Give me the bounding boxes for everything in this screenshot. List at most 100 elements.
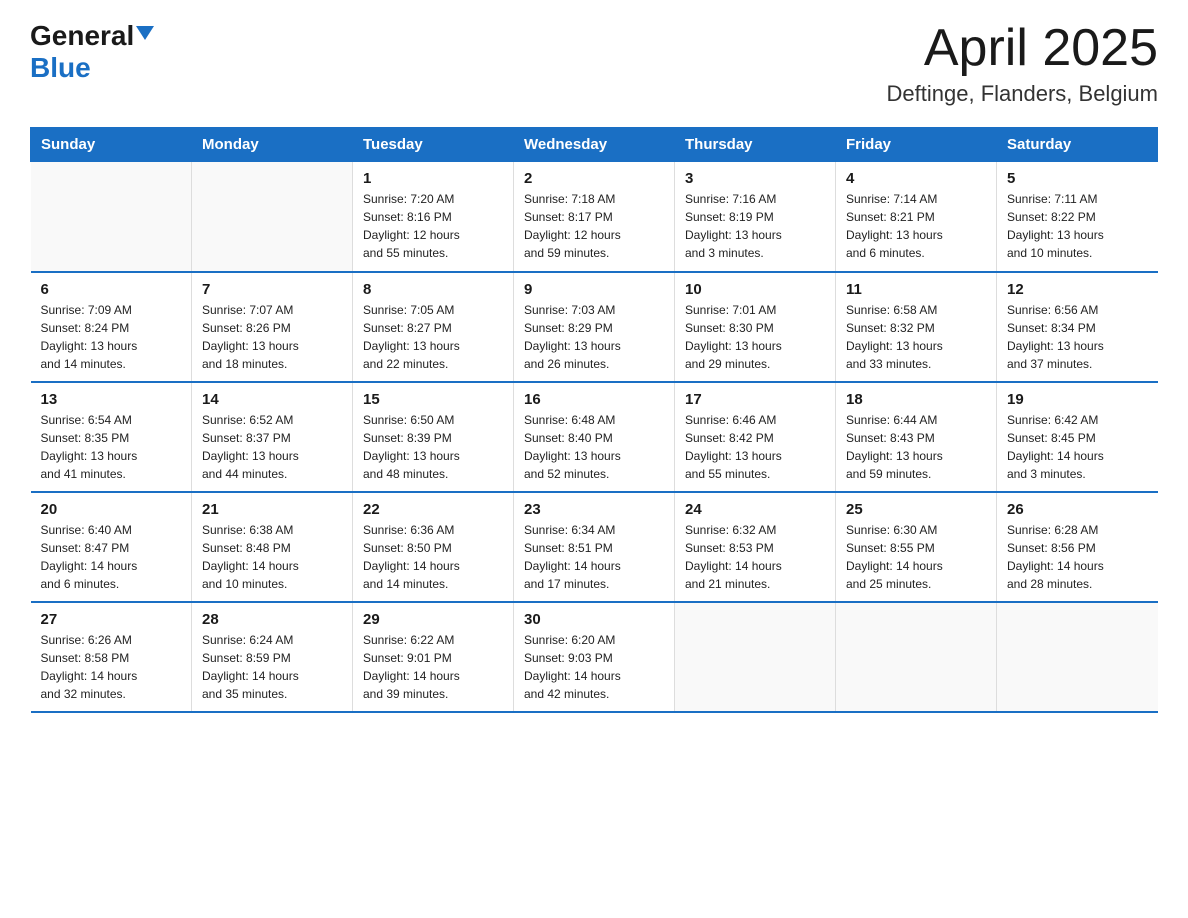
- day-of-week-header: Wednesday: [514, 128, 675, 162]
- day-info: Sunrise: 6:58 AM Sunset: 8:32 PM Dayligh…: [846, 301, 986, 373]
- day-number: 9: [524, 281, 664, 298]
- calendar-cell: 17 Sunrise: 6:46 AM Sunset: 8:42 PM Dayli…: [675, 382, 836, 492]
- day-number: 23: [524, 501, 664, 518]
- day-of-week-header: Tuesday: [353, 128, 514, 162]
- calendar-cell: 22Sunrise: 6:36 AM Sunset: 8:50 PM Dayli…: [353, 492, 514, 602]
- calendar-cell: [836, 602, 997, 712]
- day-number: 26: [1007, 501, 1148, 518]
- day-info: Sunrise: 7:14 AM Sunset: 8:21 PM Dayligh…: [846, 190, 986, 262]
- calendar-cell: 11 Sunrise: 6:58 AM Sunset: 8:32 PM Dayli…: [836, 272, 997, 382]
- calendar-cell: 2 Sunrise: 7:18 AM Sunset: 8:17 PM Daylig…: [514, 162, 675, 272]
- day-info: Sunrise: 6:24 AM Sunset: 8:59 PM Dayligh…: [202, 631, 342, 703]
- day-number: 27: [41, 611, 182, 628]
- day-info: Sunrise: 6:22 AM Sunset: 9:01 PM Dayligh…: [363, 631, 503, 703]
- day-info: Sunrise: 7:05 AM Sunset: 8:27 PM Dayligh…: [363, 301, 503, 373]
- logo-general-text: General: [30, 20, 134, 52]
- calendar-cell: 4 Sunrise: 7:14 AM Sunset: 8:21 PM Daylig…: [836, 162, 997, 272]
- calendar-cell: 1 Sunrise: 7:20 AM Sunset: 8:16 PM Daylig…: [353, 162, 514, 272]
- day-info: Sunrise: 6:44 AM Sunset: 8:43 PM Dayligh…: [846, 411, 986, 483]
- day-info: Sunrise: 6:36 AM Sunset: 8:50 PM Dayligh…: [363, 521, 503, 593]
- calendar-cell: [192, 162, 353, 272]
- day-info: Sunrise: 6:28 AM Sunset: 8:56 PM Dayligh…: [1007, 521, 1148, 593]
- day-info: Sunrise: 6:20 AM Sunset: 9:03 PM Dayligh…: [524, 631, 664, 703]
- calendar-cell: 24 Sunrise: 6:32 AM Sunset: 8:53 PM Dayli…: [675, 492, 836, 602]
- day-info: Sunrise: 7:01 AM Sunset: 8:30 PM Dayligh…: [685, 301, 825, 373]
- day-of-week-header: Monday: [192, 128, 353, 162]
- day-info: Sunrise: 7:18 AM Sunset: 8:17 PM Dayligh…: [524, 190, 664, 262]
- title-area: April 2025 Deftinge, Flanders, Belgium: [887, 20, 1158, 107]
- day-of-week-header: Thursday: [675, 128, 836, 162]
- day-info: Sunrise: 7:09 AM Sunset: 8:24 PM Dayligh…: [41, 301, 182, 373]
- day-info: Sunrise: 7:03 AM Sunset: 8:29 PM Dayligh…: [524, 301, 664, 373]
- day-info: Sunrise: 6:52 AM Sunset: 8:37 PM Dayligh…: [202, 411, 342, 483]
- calendar-cell: 13Sunrise: 6:54 AM Sunset: 8:35 PM Dayli…: [31, 382, 192, 492]
- day-number: 20: [41, 501, 182, 518]
- logo-triangle-icon: [136, 26, 154, 40]
- day-number: 24: [685, 501, 825, 518]
- day-number: 2: [524, 170, 664, 187]
- calendar-week-row: 27 Sunrise: 6:26 AM Sunset: 8:58 PM Dayli…: [31, 602, 1158, 712]
- day-number: 12: [1007, 281, 1148, 298]
- day-info: Sunrise: 7:07 AM Sunset: 8:26 PM Dayligh…: [202, 301, 342, 373]
- calendar-cell: 28 Sunrise: 6:24 AM Sunset: 8:59 PM Dayli…: [192, 602, 353, 712]
- day-number: 30: [524, 611, 664, 628]
- calendar-cell: [675, 602, 836, 712]
- day-number: 17: [685, 391, 825, 408]
- day-info: Sunrise: 7:20 AM Sunset: 8:16 PM Dayligh…: [363, 190, 503, 262]
- day-info: Sunrise: 6:26 AM Sunset: 8:58 PM Dayligh…: [41, 631, 182, 703]
- day-number: 4: [846, 170, 986, 187]
- day-number: 8: [363, 281, 503, 298]
- day-number: 10: [685, 281, 825, 298]
- calendar-cell: 9 Sunrise: 7:03 AM Sunset: 8:29 PM Daylig…: [514, 272, 675, 382]
- day-number: 16: [524, 391, 664, 408]
- day-info: Sunrise: 6:40 AM Sunset: 8:47 PM Dayligh…: [41, 521, 182, 593]
- calendar-week-row: 1 Sunrise: 7:20 AM Sunset: 8:16 PM Daylig…: [31, 162, 1158, 272]
- day-number: 19: [1007, 391, 1148, 408]
- day-number: 6: [41, 281, 182, 298]
- day-number: 15: [363, 391, 503, 408]
- day-info: Sunrise: 6:54 AM Sunset: 8:35 PM Dayligh…: [41, 411, 182, 483]
- day-number: 18: [846, 391, 986, 408]
- month-title: April 2025: [887, 20, 1158, 77]
- calendar-cell: 7 Sunrise: 7:07 AM Sunset: 8:26 PM Daylig…: [192, 272, 353, 382]
- calendar-cell: 15 Sunrise: 6:50 AM Sunset: 8:39 PM Dayli…: [353, 382, 514, 492]
- calendar-cell: 25Sunrise: 6:30 AM Sunset: 8:55 PM Dayli…: [836, 492, 997, 602]
- day-of-week-header: Sunday: [31, 128, 192, 162]
- day-info: Sunrise: 6:48 AM Sunset: 8:40 PM Dayligh…: [524, 411, 664, 483]
- location-title: Deftinge, Flanders, Belgium: [887, 81, 1158, 107]
- calendar-cell: 19Sunrise: 6:42 AM Sunset: 8:45 PM Dayli…: [997, 382, 1158, 492]
- calendar-cell: 18 Sunrise: 6:44 AM Sunset: 8:43 PM Dayli…: [836, 382, 997, 492]
- day-number: 14: [202, 391, 342, 408]
- calendar-cell: [31, 162, 192, 272]
- calendar-cell: 8 Sunrise: 7:05 AM Sunset: 8:27 PM Daylig…: [353, 272, 514, 382]
- logo: General Blue: [30, 20, 154, 84]
- day-info: Sunrise: 6:50 AM Sunset: 8:39 PM Dayligh…: [363, 411, 503, 483]
- day-number: 5: [1007, 170, 1148, 187]
- calendar-cell: 29 Sunrise: 6:22 AM Sunset: 9:01 PM Dayli…: [353, 602, 514, 712]
- calendar-cell: 26 Sunrise: 6:28 AM Sunset: 8:56 PM Dayli…: [997, 492, 1158, 602]
- calendar-cell: 20 Sunrise: 6:40 AM Sunset: 8:47 PM Dayli…: [31, 492, 192, 602]
- day-number: 11: [846, 281, 986, 298]
- calendar-cell: 6 Sunrise: 7:09 AM Sunset: 8:24 PM Daylig…: [31, 272, 192, 382]
- day-info: Sunrise: 6:32 AM Sunset: 8:53 PM Dayligh…: [685, 521, 825, 593]
- page-header: General Blue April 2025 Deftinge, Flande…: [30, 20, 1158, 107]
- day-info: Sunrise: 6:30 AM Sunset: 8:55 PM Dayligh…: [846, 521, 986, 593]
- day-of-week-header: Saturday: [997, 128, 1158, 162]
- logo-blue-text: Blue: [30, 52, 91, 83]
- calendar-cell: 3Sunrise: 7:16 AM Sunset: 8:19 PM Daylig…: [675, 162, 836, 272]
- day-number: 3: [685, 170, 825, 187]
- day-number: 29: [363, 611, 503, 628]
- calendar-cell: 21 Sunrise: 6:38 AM Sunset: 8:48 PM Dayli…: [192, 492, 353, 602]
- calendar-header-row: SundayMondayTuesdayWednesdayThursdayFrid…: [31, 128, 1158, 162]
- calendar-week-row: 13Sunrise: 6:54 AM Sunset: 8:35 PM Dayli…: [31, 382, 1158, 492]
- day-number: 28: [202, 611, 342, 628]
- day-info: Sunrise: 6:38 AM Sunset: 8:48 PM Dayligh…: [202, 521, 342, 593]
- day-number: 7: [202, 281, 342, 298]
- calendar-cell: 5Sunrise: 7:11 AM Sunset: 8:22 PM Daylig…: [997, 162, 1158, 272]
- day-number: 1: [363, 170, 503, 187]
- day-number: 21: [202, 501, 342, 518]
- calendar-cell: 14 Sunrise: 6:52 AM Sunset: 8:37 PM Dayli…: [192, 382, 353, 492]
- calendar-week-row: 6 Sunrise: 7:09 AM Sunset: 8:24 PM Daylig…: [31, 272, 1158, 382]
- day-info: Sunrise: 6:46 AM Sunset: 8:42 PM Dayligh…: [685, 411, 825, 483]
- calendar-week-row: 20 Sunrise: 6:40 AM Sunset: 8:47 PM Dayli…: [31, 492, 1158, 602]
